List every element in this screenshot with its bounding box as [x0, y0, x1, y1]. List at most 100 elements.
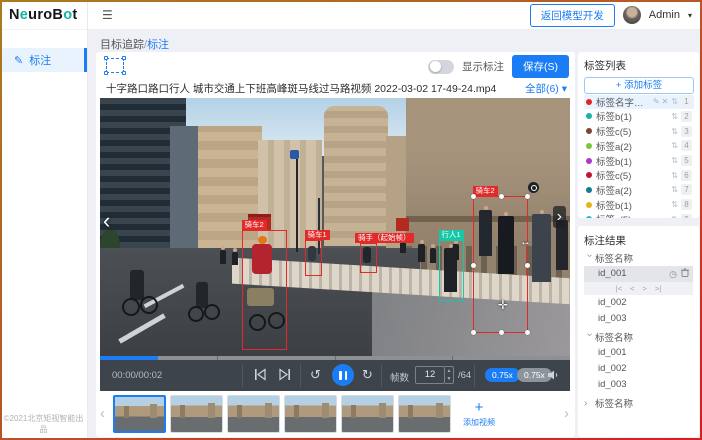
next-frame-icon[interactable]: > [643, 284, 647, 293]
bbox-label: 骑车2 [473, 186, 498, 196]
frame-number-input[interactable]: 12 [415, 366, 445, 384]
bbox-rider2-selected[interactable]: 骑车2 [473, 196, 528, 333]
video-title-row: 十字路口路口行人 城市交通上下班高峰斑马线过马路视频 2022-03-02 17… [96, 80, 575, 98]
result-item-selected[interactable]: id_001 ◷ [584, 266, 693, 282]
show-annotations-toggle[interactable] [428, 60, 454, 74]
result-group-header[interactable]: › 标签名称 [584, 329, 693, 345]
video-thumbnail[interactable] [398, 395, 451, 433]
shortcut-key: 6 [681, 170, 692, 181]
video-thumbnail[interactable] [284, 395, 337, 433]
video-thumbnail[interactable] [170, 395, 223, 433]
tag-row[interactable]: 标签c(5) ⇅ 9 [584, 212, 694, 218]
add-video-button[interactable]: + 添加视频 [456, 395, 502, 433]
tag-color-dot [586, 216, 592, 218]
app-logo: NeuroBot [0, 0, 87, 30]
bbox-rider-startframe[interactable]: 骑手（起始帧） [360, 243, 377, 273]
user-menu[interactable]: Admin [649, 9, 680, 21]
sort-icon[interactable]: ⇅ [671, 112, 678, 121]
shortcut-key: 7 [681, 184, 692, 195]
resize-handle[interactable] [525, 263, 530, 268]
result-item[interactable]: id_002 [584, 361, 693, 377]
tag-row[interactable]: 标签b(1) ⇅ 8 [584, 198, 694, 212]
breadcrumb-parent[interactable]: 目标追踪 [100, 39, 144, 51]
tag-row[interactable]: 标签b(1) ⇅ 5 [584, 154, 694, 168]
video-thumbnail[interactable] [227, 395, 280, 433]
last-frame-icon[interactable]: >| [655, 284, 661, 293]
result-item[interactable]: id_002 [584, 295, 693, 311]
result-group-header[interactable]: › 标签名称 [584, 250, 693, 266]
sort-icon[interactable]: ⇅ [671, 215, 678, 218]
resize-handle[interactable] [525, 330, 530, 335]
sort-icon[interactable]: ⇅ [671, 185, 678, 194]
resize-handle[interactable] [471, 263, 476, 268]
sort-icon[interactable]: ⇅ [671, 97, 678, 106]
resize-handle[interactable] [499, 330, 504, 335]
resize-handle[interactable] [525, 194, 530, 199]
add-tag-button[interactable]: + 添加标签 [584, 77, 694, 94]
scene-pole [296, 156, 298, 252]
avatar[interactable] [623, 6, 641, 24]
rewind-button[interactable]: ↺ [310, 367, 321, 383]
tag-row[interactable]: 标签a(2) ⇅ 7 [584, 183, 694, 197]
tag-row[interactable]: 标签c(5) ⇅ 3 [584, 124, 694, 138]
prev-frame-icon[interactable]: < [630, 284, 634, 293]
speed-pill-active[interactable]: 0.75x [485, 368, 520, 382]
save-button[interactable]: 保存(S) [512, 55, 569, 78]
shortcut-key: 5 [681, 155, 692, 166]
tag-row[interactable]: 标签a(2) ⇅ 4 [584, 139, 694, 153]
sort-icon[interactable]: ⇅ [671, 200, 678, 209]
first-frame-icon[interactable]: |< [616, 284, 622, 293]
video-filename: 十字路口路口行人 城市交通上下班高峰斑马线过马路视频 2022-03-02 17… [106, 81, 496, 96]
results-title: 标注结果 [584, 233, 693, 248]
frame-stepper[interactable]: ▲▼ [445, 366, 454, 384]
thumbs-prev-chevron[interactable]: ‹ [100, 405, 105, 422]
stepper-up-icon[interactable]: ▲ [447, 368, 452, 374]
menu-collapse-icon[interactable]: ☰ [102, 8, 113, 22]
pause-button[interactable] [332, 364, 354, 386]
filter-dropdown[interactable]: 全部(6) ▾ [525, 81, 567, 96]
prev-frame-button[interactable] [254, 368, 267, 386]
clock-icon[interactable]: ◷ [669, 266, 677, 282]
tag-row[interactable]: 标签b(1) ⇅ 2 [584, 110, 694, 124]
result-item[interactable]: id_001 [584, 345, 693, 361]
annotation-results-panel: 标注结果 › 标签名称 id_001 ◷ |< < > >| id_002 id… [578, 226, 699, 437]
sort-icon[interactable]: ⇅ [671, 156, 678, 165]
bbox-rider2[interactable]: 骑车2 [242, 230, 287, 350]
trash-icon[interactable] [681, 266, 689, 282]
tag-name: 标签b(1) [596, 154, 668, 168]
tag-row[interactable]: 标签c(5) ⇅ 6 [584, 168, 694, 182]
result-item[interactable]: id_003 [584, 311, 693, 327]
forward-button[interactable]: ↻ [362, 367, 373, 383]
resize-handle[interactable] [471, 194, 476, 199]
delete-icon[interactable]: ✕ [662, 97, 669, 106]
sort-icon[interactable]: ⇅ [671, 127, 678, 136]
app-window: NeuroBot ✎ 标注 ©2021北京矩视智能出品 ☰ 返回模型开发 Adm… [0, 0, 702, 440]
sort-icon[interactable]: ⇅ [671, 141, 678, 150]
result-item[interactable]: id_003 [584, 377, 693, 393]
rect-select-tool-icon[interactable] [106, 58, 124, 73]
sidebar-item-annotate[interactable]: ✎ 标注 [0, 48, 87, 72]
bbox-pedestrian1[interactable]: 行人1 [439, 240, 464, 301]
resize-handle[interactable] [471, 330, 476, 335]
next-video-chevron[interactable]: › [553, 206, 566, 228]
result-group-header[interactable]: › 标签名称 [584, 395, 693, 411]
tag-color-dot [586, 172, 592, 178]
prev-video-chevron[interactable]: ‹ [103, 210, 110, 232]
bbox-rider1[interactable]: 骑车1 [305, 240, 322, 276]
annotation-toolbar: 显示标注 保存(S) [96, 52, 575, 80]
topbar-right: 返回模型开发 Admin ▾ [530, 0, 692, 30]
tag-row[interactable]: 标签名字最长数... ✎ ✕ ⇅ 1 [584, 95, 694, 109]
next-frame-button[interactable] [278, 368, 291, 386]
video-thumbnail[interactable] [113, 395, 166, 433]
stepper-down-icon[interactable]: ▼ [447, 376, 452, 382]
resize-handle[interactable] [499, 194, 504, 199]
volume-icon[interactable] [546, 368, 560, 387]
sort-icon[interactable]: ⇅ [671, 171, 678, 180]
video-viewport[interactable]: 骑车2 骑车1 骑手（起始帧） 行人1 骑车2 [100, 98, 570, 356]
sidebar-item-label: 标注 [29, 52, 51, 68]
thumbnail-strip: ‹ + 添加视频 › [96, 391, 575, 437]
back-to-model-dev-button[interactable]: 返回模型开发 [530, 4, 615, 27]
video-thumbnail[interactable] [341, 395, 394, 433]
edit-icon[interactable]: ✎ [653, 97, 660, 106]
thumbs-next-chevron[interactable]: › [564, 405, 569, 422]
